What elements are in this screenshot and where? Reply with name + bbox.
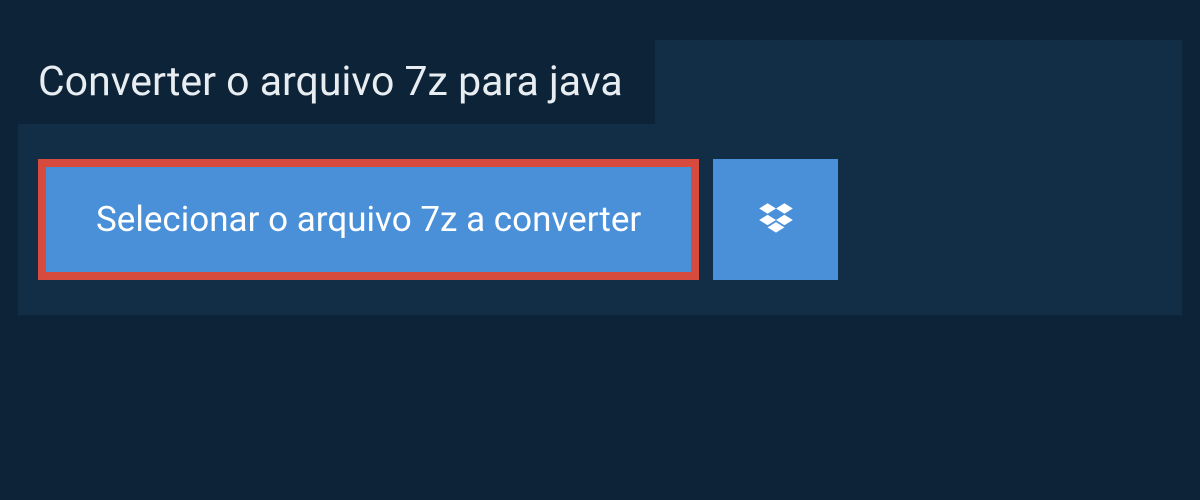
dropbox-icon <box>755 199 797 241</box>
select-file-button[interactable]: Selecionar o arquivo 7z a converter <box>38 159 699 280</box>
converter-panel: Converter o arquivo 7z para java Selecio… <box>18 40 1182 315</box>
select-file-label: Selecionar o arquivo 7z a converter <box>96 199 641 240</box>
title-bar: Converter o arquivo 7z para java <box>18 40 655 124</box>
page-title: Converter o arquivo 7z para java <box>38 58 623 106</box>
dropbox-button[interactable] <box>713 159 838 280</box>
page-container: Converter o arquivo 7z para java Selecio… <box>0 0 1200 333</box>
button-row: Selecionar o arquivo 7z a converter <box>18 124 1182 280</box>
